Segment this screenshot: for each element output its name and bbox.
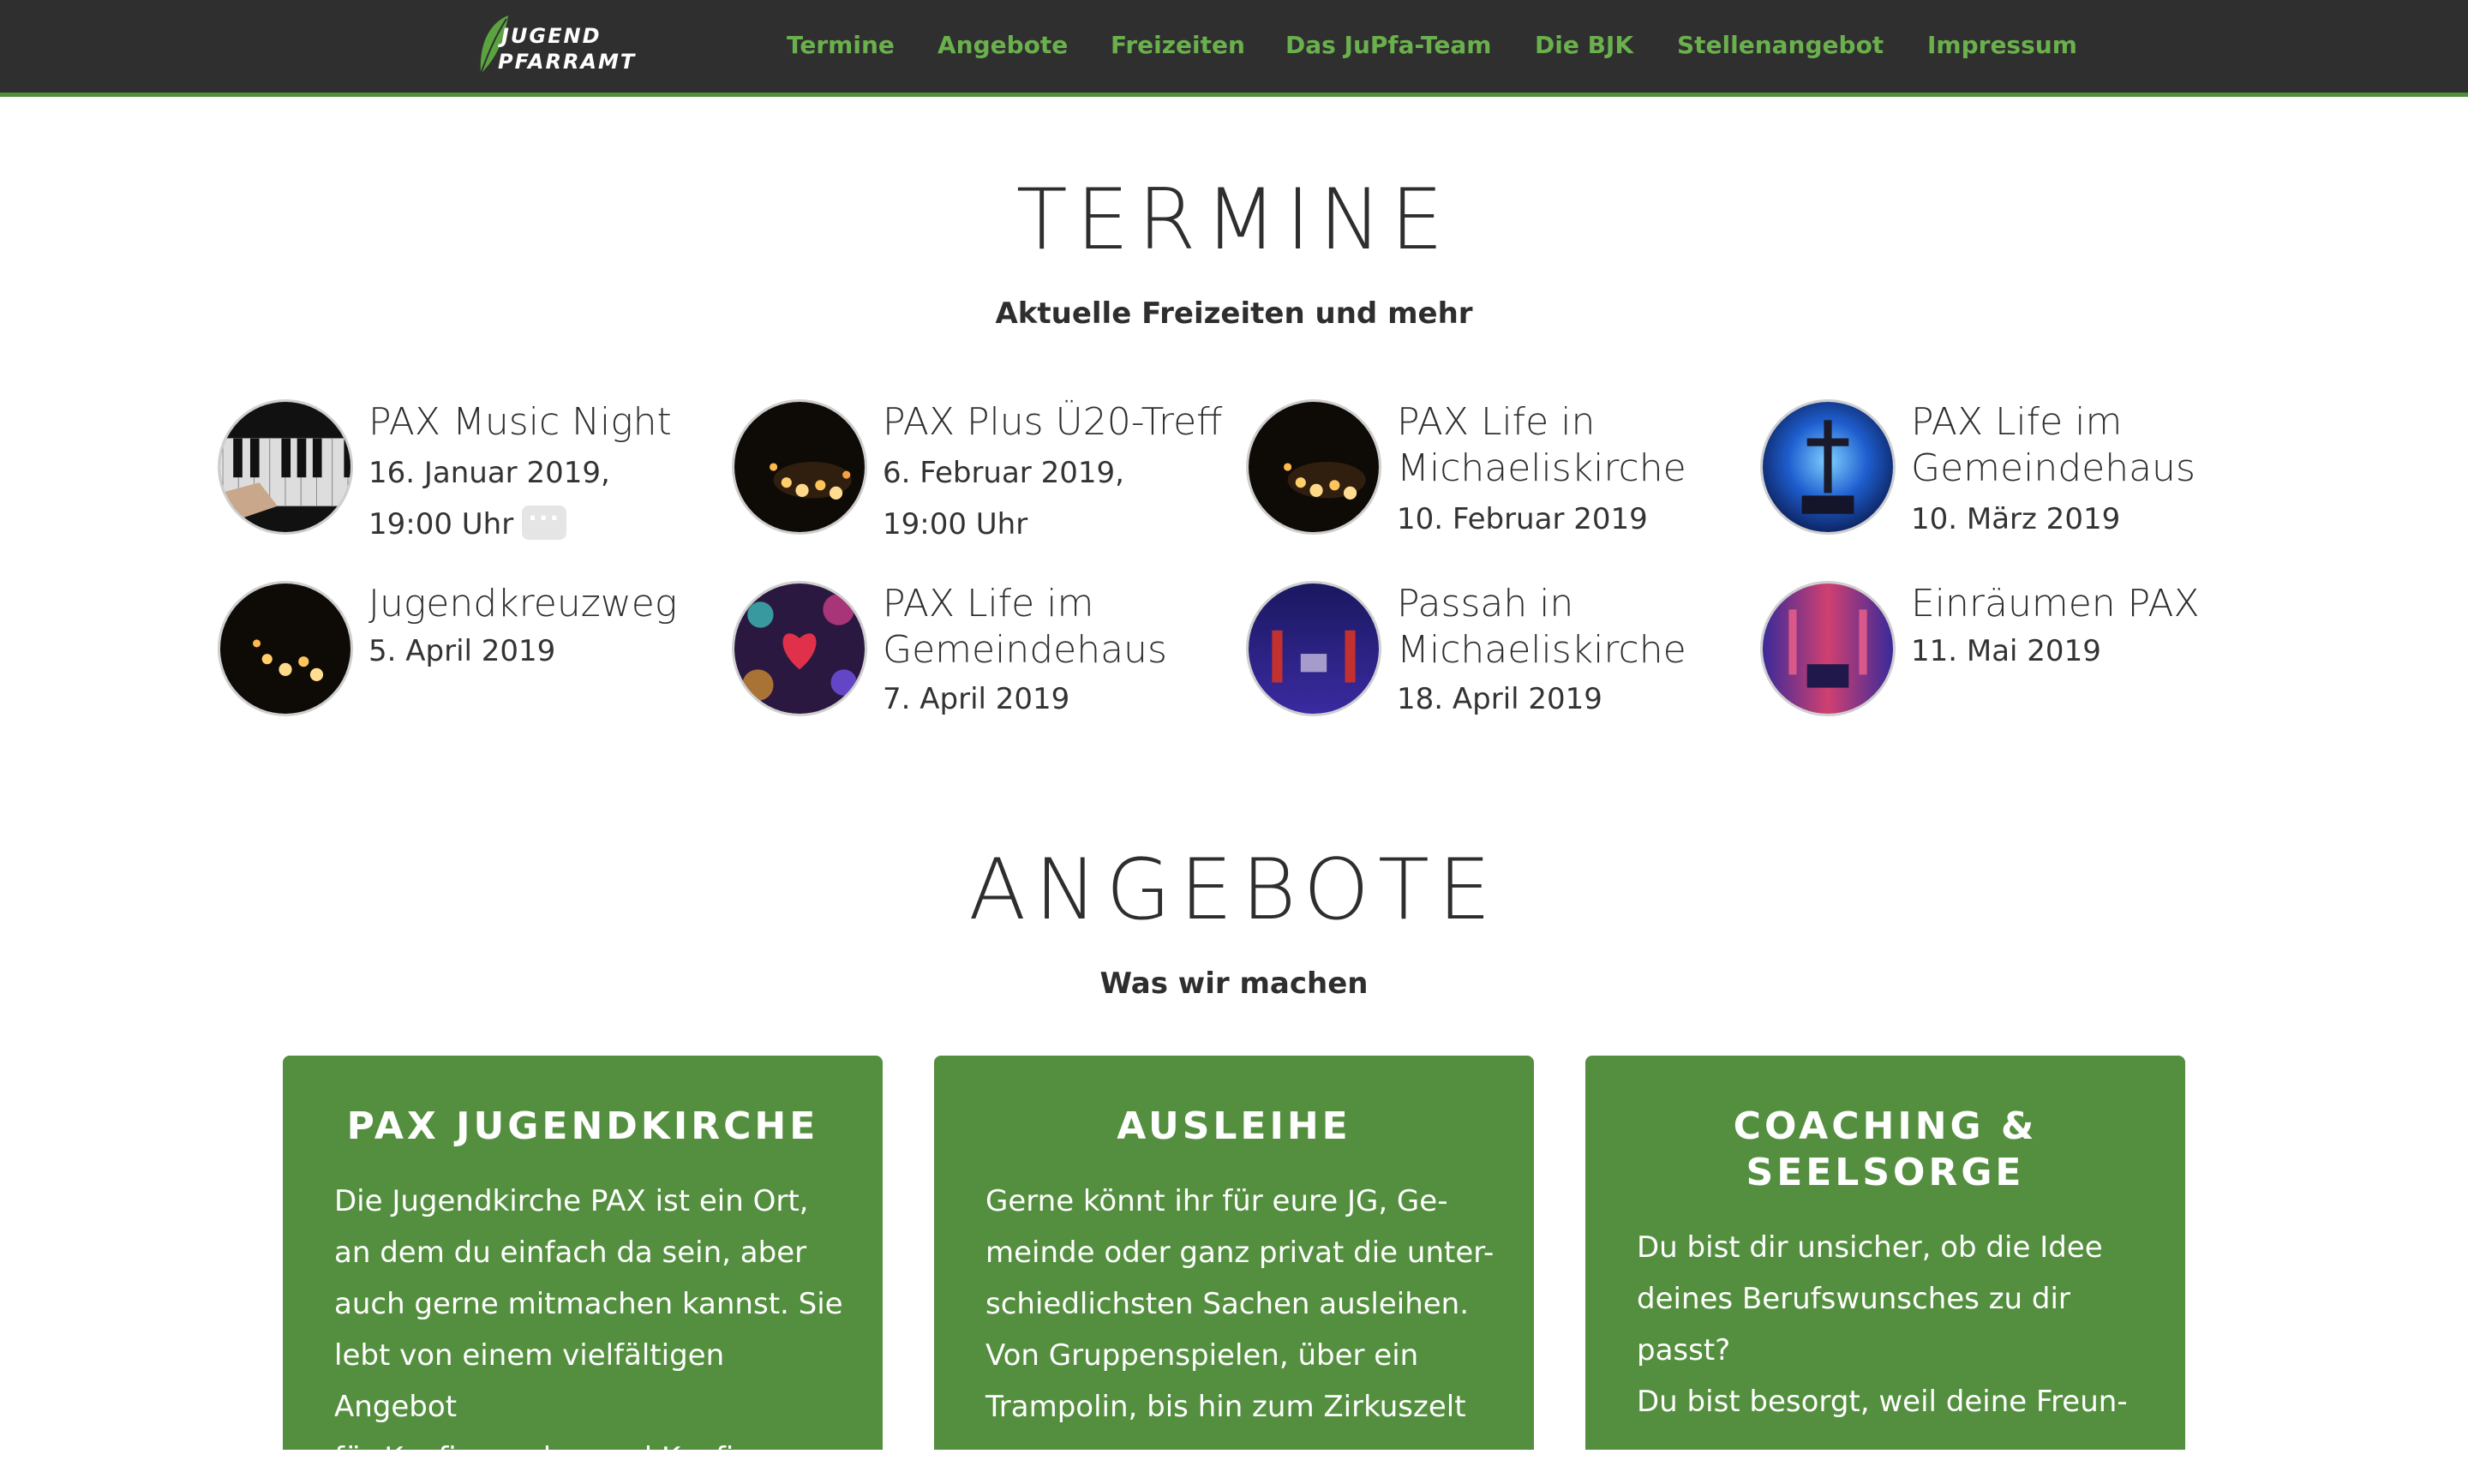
- event-title[interactable]: PAX Life im Gemeindehaus: [883, 581, 1225, 673]
- event-image-church-cross[interactable]: [1760, 399, 1896, 535]
- event-date: 7. April 2019: [883, 682, 1070, 716]
- card-body: Die Jugendkirche PAX ist ein Ort, an dem…: [334, 1184, 843, 1475]
- section-title-angebote: ANGEBOTE: [968, 841, 1500, 939]
- event-time: 19:00 Uhr: [883, 507, 1028, 542]
- card-body: Du bist dir unsicher, ob die Idee deines…: [1637, 1230, 2128, 1419]
- event-title[interactable]: PAX Music Night: [368, 399, 711, 446]
- logo-line-1: JUGEND: [501, 24, 602, 48]
- event-item[interactable]: PAX Plus Ü20-Treff 6. Februar 2019, 19:0…: [732, 399, 1229, 545]
- nav-item-angebote[interactable]: Angebote: [937, 31, 1068, 59]
- section-title-termine: TERMINE: [1015, 171, 1453, 269]
- section-subtitle-termine: Aktuelle Freizeiten und mehr: [995, 296, 1473, 331]
- event-image-candles[interactable]: [218, 581, 353, 716]
- card-title: COACHING & SEELSORGE: [1733, 1104, 2038, 1194]
- event-item[interactable]: PAX Music Night 16. Januar 2019, 19:00 U…: [218, 399, 715, 545]
- nav-item-stellenangebot[interactable]: Stellenangebot: [1677, 31, 1884, 59]
- logo-line-2: PFARRAMT: [498, 50, 637, 74]
- offer-card-coaching[interactable]: COACHING & SEELSORGE Du bist dir unsiche…: [1585, 1056, 2185, 1450]
- event-title[interactable]: Passah in Michaeliskirche: [1397, 581, 1740, 673]
- event-item[interactable]: PAX Life im Gemeindehaus 10. März 2019: [1760, 399, 2257, 545]
- card-title: PAX JUGENDKIRCHE: [346, 1104, 819, 1148]
- offer-card-jugendkirche[interactable]: PAX JUGENDKIRCHE Die Jugendkirche PAX is…: [283, 1056, 883, 1475]
- event-title[interactable]: PAX Plus Ü20-Treff: [883, 399, 1225, 446]
- event-item[interactable]: Jugendkreuzweg 5. April 2019: [218, 581, 715, 727]
- event-date: 16. Januar 2019,: [368, 456, 610, 490]
- card-body: Gerne könnt ihr für eure JG, Ge- meinde …: [985, 1184, 1495, 1424]
- event-title[interactable]: PAX Life im Gemeindehaus: [1911, 399, 2254, 492]
- nav-item-impressum[interactable]: Impressum: [1927, 31, 2077, 59]
- section-subtitle-angebote: Was wir machen: [1099, 966, 1369, 1001]
- event-item[interactable]: Passah in Michaeliskirche 18. April 2019: [1246, 581, 1743, 727]
- event-image-heart-bokeh[interactable]: [732, 581, 867, 716]
- nav-item-freizeiten[interactable]: Freizeiten: [1111, 31, 1245, 59]
- event-item[interactable]: PAX Life im Gemeindehaus 7. April 2019: [732, 581, 1229, 727]
- event-image-church-night[interactable]: [1246, 581, 1381, 716]
- event-image-piano[interactable]: [218, 399, 353, 535]
- card-title: AUSLEIHE: [1117, 1104, 1351, 1148]
- event-date: 10. März 2019: [1911, 502, 2121, 536]
- site-logo[interactable]: JUGEND PFARRAMT: [476, 12, 634, 81]
- event-item[interactable]: Einräumen PAX 11. Mai 2019: [1760, 581, 2257, 727]
- event-date: 10. Februar 2019: [1397, 502, 1648, 536]
- more-button[interactable]: ···: [522, 505, 567, 540]
- nav-item-jupfa-team[interactable]: Das JuPfa-Team: [1285, 31, 1491, 59]
- event-item[interactable]: PAX Life in Michaeliskirche 10. Februar …: [1246, 399, 1743, 545]
- event-date: 11. Mai 2019: [1911, 634, 2101, 668]
- event-title[interactable]: PAX Life in Michaeliskirche: [1397, 399, 1740, 492]
- event-date: 6. Februar 2019,: [883, 456, 1124, 490]
- top-navigation: JUGEND PFARRAMT Termine Angebote Freizei…: [0, 0, 2468, 97]
- offer-card-ausleihe[interactable]: AUSLEIHE Gerne könnt ihr für eure JG, Ge…: [934, 1056, 1534, 1450]
- nav-item-termine[interactable]: Termine: [787, 31, 895, 59]
- event-time: 19:00 Uhr ···: [368, 499, 567, 550]
- event-title[interactable]: Einräumen PAX: [1911, 581, 2254, 627]
- event-date: 18. April 2019: [1397, 682, 1602, 716]
- event-image-candles[interactable]: [1246, 399, 1381, 535]
- event-date: 5. April 2019: [368, 634, 556, 668]
- event-image-candles[interactable]: [732, 399, 867, 535]
- event-time-text: 19:00 Uhr: [368, 507, 514, 542]
- event-image-church-lights[interactable]: [1760, 581, 1896, 716]
- nav-item-bjk[interactable]: Die BJK: [1535, 31, 1633, 59]
- event-title[interactable]: Jugendkreuzweg: [368, 581, 711, 627]
